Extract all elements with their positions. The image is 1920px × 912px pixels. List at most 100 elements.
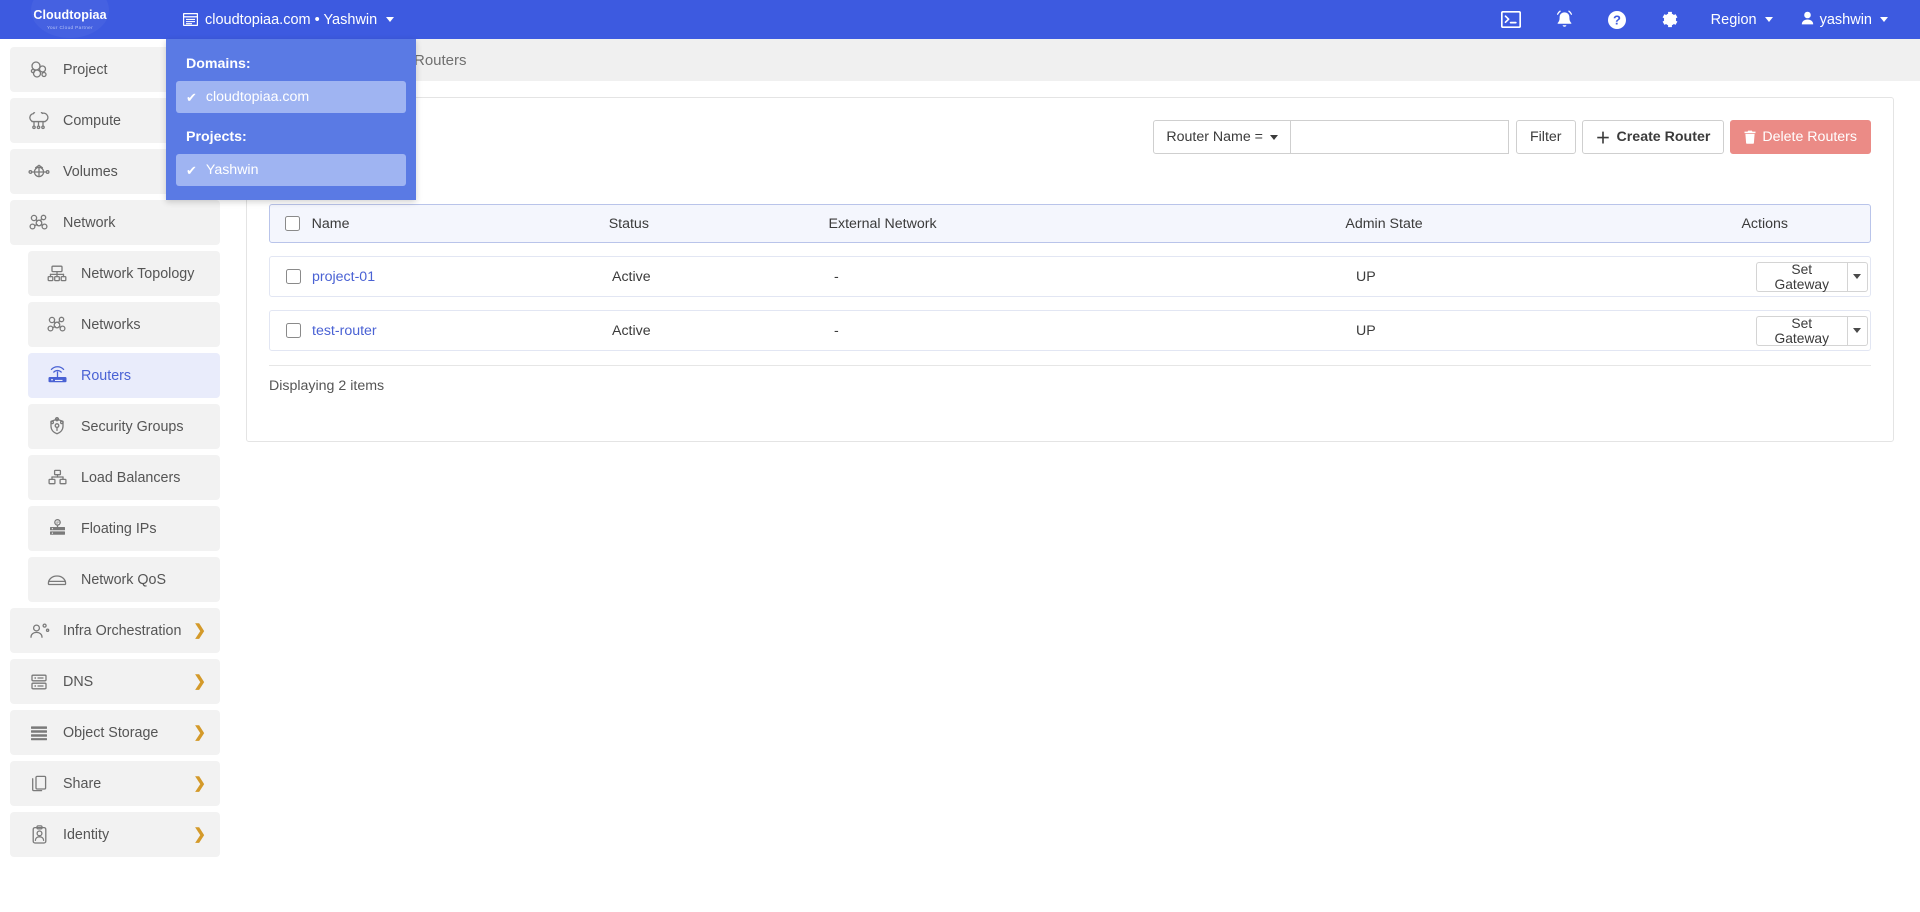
chevron-right-icon: ❯	[193, 724, 206, 741]
domain-window-icon	[183, 13, 198, 26]
volumes-icon	[26, 161, 52, 183]
set-gateway-button[interactable]: Set Gateway	[1756, 261, 1847, 292]
row-checkbox[interactable]	[285, 269, 301, 284]
items-count-top: Displaying 2 items	[247, 154, 1893, 192]
svg-text:?: ?	[1613, 12, 1621, 27]
top-navbar: Cloudtopiaa Your Cloud Partner cloudtopi…	[0, 0, 1920, 39]
filter-button[interactable]: Filter	[1515, 120, 1576, 154]
navbar-actions: ? Region yashwin	[1485, 0, 1920, 39]
sidebar-item-network-qos[interactable]: Network QoS	[28, 557, 220, 602]
projects-heading: Projects:	[186, 129, 247, 145]
chevron-down-icon	[386, 17, 395, 22]
routers-panel: Router Name = Filter ＋ Create Router Del…	[246, 97, 1894, 442]
table-row: project-01 Active - UP Set Gateway	[269, 256, 1871, 297]
sidebar-item-label: Infra Orchestration	[63, 622, 182, 639]
region-selector[interactable]: Region	[1697, 0, 1787, 39]
sidebar-item-label: Object Storage	[63, 724, 159, 741]
row-actions-dropdown-toggle[interactable]	[1846, 315, 1868, 346]
compute-icon	[26, 110, 52, 132]
context-switcher[interactable]: cloudtopiaa.com • Yashwin	[181, 0, 396, 39]
sidebar-item-infra-orchestration[interactable]: Infra Orchestration ❯	[10, 608, 220, 653]
brand-tagline: Your Cloud Partner	[46, 24, 94, 30]
region-label: Region	[1710, 11, 1757, 28]
sidebar-item-label: Network QoS	[81, 571, 167, 588]
router-link[interactable]: project-01	[312, 269, 375, 285]
create-router-button[interactable]: ＋ Create Router	[1581, 120, 1725, 154]
project-option-label: Yashwin	[205, 162, 259, 178]
delete-routers-button[interactable]: Delete Routers	[1730, 120, 1871, 154]
column-header-status: Status	[608, 215, 649, 232]
sidebar-item-networks[interactable]: Networks	[28, 302, 220, 347]
domain-option-cloudtopiaa[interactable]: ✔ cloudtopiaa.com	[176, 81, 406, 113]
set-gateway-button[interactable]: Set Gateway	[1756, 315, 1847, 346]
column-header-external-network: External Network	[828, 215, 937, 232]
sidebar-item-floating-ips[interactable]: IP Floating IPs	[28, 506, 220, 551]
cell-name: project-01	[312, 269, 612, 285]
project-option-yashwin[interactable]: ✔ Yashwin	[176, 154, 406, 186]
sidebar-item-label: Share	[63, 775, 102, 792]
router-link[interactable]: test-router	[312, 323, 377, 339]
floating-ip-icon: IP	[44, 518, 70, 540]
chevron-right-icon: ❯	[193, 622, 206, 639]
chevron-down-icon	[1764, 17, 1773, 22]
sidebar-item-label: Compute	[63, 112, 122, 129]
cell-name: test-router	[312, 323, 612, 339]
sidebar-item-label: Floating IPs	[81, 520, 157, 537]
chevron-right-icon: ❯	[193, 775, 206, 792]
select-all-checkbox[interactable]	[285, 216, 301, 231]
search-input[interactable]	[1290, 120, 1509, 154]
sidebar-item-label: Network	[63, 214, 116, 231]
chevron-down-icon	[1853, 274, 1862, 279]
sidebar-item-network[interactable]: Network	[10, 200, 220, 245]
row-checkbox[interactable]	[285, 323, 301, 338]
breadcrumb: Routers	[230, 39, 1920, 81]
sidebar-item-label: Project	[63, 61, 108, 78]
cell-admin-state: UP	[1356, 322, 1376, 339]
sidebar-item-routers[interactable]: Routers	[28, 353, 220, 398]
infra-orchestration-icon	[26, 620, 52, 642]
cell-admin-state: UP	[1356, 268, 1376, 285]
share-icon	[26, 773, 52, 795]
trash-icon	[1744, 130, 1756, 144]
cell-status: Active	[612, 268, 651, 285]
sidebar-item-load-balancers[interactable]: Load Balancers	[28, 455, 220, 500]
chevron-right-icon: ❯	[193, 673, 206, 690]
row-checkbox-cell	[270, 269, 312, 284]
check-icon: ✔	[186, 162, 197, 178]
row-actions-dropdown-toggle[interactable]	[1846, 261, 1868, 292]
sidebar-item-object-storage[interactable]: Object Storage ❯	[10, 710, 220, 755]
console-icon[interactable]	[1485, 0, 1538, 39]
row-checkbox-cell	[270, 323, 312, 338]
delete-routers-label: Delete Routers	[1762, 129, 1857, 145]
dns-icon	[26, 671, 52, 693]
brand-name: Cloudtopiaa	[33, 8, 107, 23]
chevron-down-icon	[1853, 328, 1862, 333]
filter-field-select[interactable]: Router Name =	[1153, 120, 1291, 154]
column-header-admin-state: Admin State	[1345, 215, 1423, 232]
chevron-down-icon	[1269, 134, 1278, 140]
sidebar-item-label: Security Groups	[81, 418, 184, 435]
sidebar-item-security-groups[interactable]: Security Groups	[28, 404, 220, 449]
sidebar-item-network-topology[interactable]: Network Topology	[28, 251, 220, 296]
domains-heading: Domains:	[186, 56, 251, 72]
create-router-label: Create Router	[1616, 129, 1711, 145]
network-icon	[26, 212, 52, 234]
sidebar-item-label: DNS	[63, 673, 94, 690]
user-menu[interactable]: yashwin	[1787, 0, 1902, 39]
table-row: test-router Active - UP Set Gateway	[269, 310, 1871, 351]
project-icon	[26, 59, 52, 81]
sidebar-item-label: Volumes	[63, 163, 118, 180]
bell-icon[interactable]	[1538, 0, 1591, 39]
routers-toolbar: Router Name = Filter ＋ Create Router Del…	[247, 98, 1893, 154]
sidebar-item-dns[interactable]: DNS ❯	[10, 659, 220, 704]
sidebar-item-identity[interactable]: Identity ❯	[10, 812, 220, 857]
help-icon[interactable]: ?	[1591, 0, 1644, 39]
sidebar-item-share[interactable]: Share ❯	[10, 761, 220, 806]
brand-logo[interactable]: Cloudtopiaa Your Cloud Partner	[0, 0, 140, 39]
gear-icon[interactable]	[1644, 0, 1697, 39]
sidebar-item-label: Networks	[81, 316, 141, 333]
chevron-down-icon	[1880, 17, 1888, 22]
column-header-name: Name	[311, 215, 350, 232]
row-action-split-button: Set Gateway	[1756, 315, 1868, 346]
identity-icon	[26, 824, 52, 846]
